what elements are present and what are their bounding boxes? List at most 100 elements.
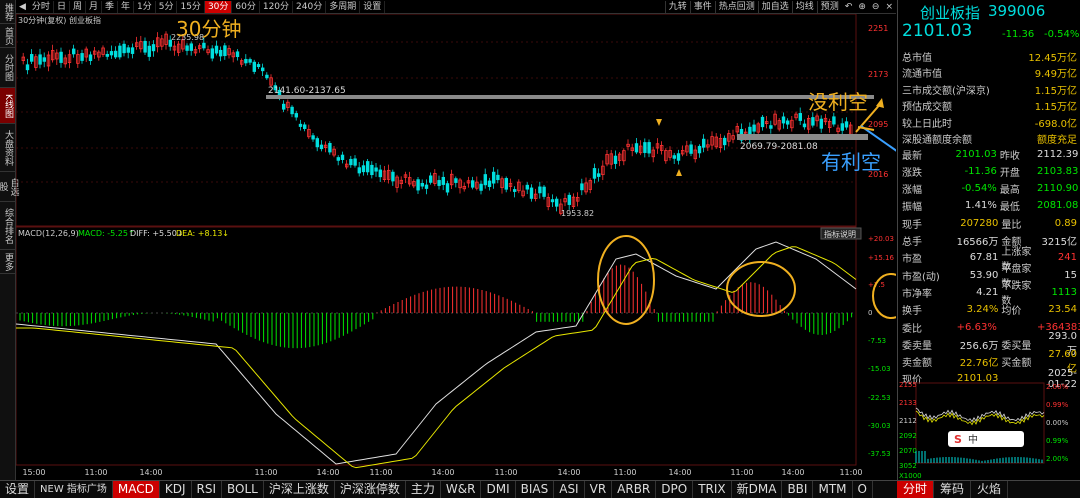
- indicator-tab-7[interactable]: 沪深涨停数: [335, 481, 406, 498]
- candle-body: [118, 45, 122, 58]
- highlight-ellipse-2: [726, 261, 796, 317]
- candle-body: [542, 186, 546, 197]
- close-icon[interactable]: ×: [882, 2, 896, 12]
- period-button-0[interactable]: 分时: [29, 0, 54, 13]
- period-button-3[interactable]: 月: [86, 0, 102, 13]
- indicator-tab-11[interactable]: BIAS: [516, 481, 555, 498]
- candle-body: [298, 123, 303, 127]
- quote-value: 2112.39: [1037, 148, 1079, 160]
- quote-label: 买金额: [1001, 358, 1032, 370]
- price-change: -11.36: [1002, 29, 1035, 40]
- undo-icon[interactable]: ↶: [842, 2, 856, 12]
- time-axis-label: 14:00: [557, 468, 580, 477]
- indicator-tab-18[interactable]: BBI: [782, 481, 814, 498]
- leftnav-item-5[interactable]: 自选股: [0, 172, 19, 202]
- period-button-12[interactable]: 240分: [293, 0, 327, 13]
- candle-body: [88, 54, 93, 62]
- kline-chart[interactable]: 225121732095201630分钟(复权) 创业板指2235.981953…: [16, 14, 896, 480]
- quote-row: 振幅 1.41% 最低 2081.08: [902, 198, 1078, 214]
- indicator-tab-17[interactable]: 新DMA: [732, 481, 783, 498]
- candle-body: [185, 45, 189, 51]
- quote-value: 0.89: [1054, 217, 1077, 229]
- candle-body: [218, 49, 223, 57]
- leftnav-item-6[interactable]: 综合排名: [0, 202, 15, 250]
- toolbar-right-button-2[interactable]: 热点回测: [714, 0, 758, 13]
- indicator-tab-6[interactable]: 沪深上涨数: [264, 481, 335, 498]
- macd-axis-label: -7.53: [868, 337, 886, 345]
- leftnav-item-4[interactable]: 大盘资料: [0, 124, 15, 172]
- candle-body: [487, 180, 492, 188]
- toolbar-right-button-0[interactable]: 九转: [664, 0, 690, 13]
- period-button-14[interactable]: 设置: [360, 0, 386, 13]
- quote-value: 1113: [1051, 286, 1077, 298]
- candle-body: [512, 189, 517, 192]
- period-button-6[interactable]: 1分: [134, 0, 156, 13]
- indicator-tab-14[interactable]: ARBR: [612, 481, 657, 498]
- candle-body: [470, 180, 475, 188]
- candle-body: [597, 173, 601, 177]
- candle-body: [420, 183, 424, 187]
- period-button-2[interactable]: 周: [70, 0, 86, 13]
- indicator-tab-4[interactable]: RSI: [192, 481, 223, 498]
- toolbar-right-button-3[interactable]: 加自选: [757, 0, 792, 13]
- back-arrow-icon[interactable]: ◀: [16, 2, 29, 12]
- candle-body: [840, 123, 844, 131]
- time-axis-label: 11:00: [369, 468, 392, 477]
- right-bottom-tab-2[interactable]: 火焰: [971, 481, 1009, 498]
- toolbar-right-button-1[interactable]: 事件: [689, 0, 715, 13]
- period-button-1[interactable]: 日: [54, 0, 70, 13]
- period-button-5[interactable]: 年: [118, 0, 135, 13]
- indicator-tab-8[interactable]: 主力: [406, 481, 441, 498]
- price-axis-label: 2251: [868, 24, 888, 33]
- indicator-tab-0[interactable]: 设置: [0, 481, 36, 498]
- period-button-4[interactable]: 季: [102, 0, 118, 13]
- quote-label: 振幅: [902, 202, 922, 214]
- indicator-tab-3[interactable]: KDJ: [160, 481, 192, 498]
- period-button-7[interactable]: 5分: [156, 0, 178, 13]
- bad-news-annotation: 有利空: [821, 150, 881, 174]
- zoom-out-icon[interactable]: ⊖: [869, 2, 883, 12]
- candle-body: [697, 145, 702, 154]
- quote-row: 涨跌 -11.36 开盘 2103.83: [902, 163, 1078, 179]
- indicator-tab-20[interactable]: O: [853, 481, 873, 498]
- period-button-9[interactable]: 30分: [204, 0, 233, 13]
- stat-label: 流通市值: [902, 69, 942, 80]
- quote-label: 涨跌: [902, 167, 922, 179]
- macd-value: MACD: -5.25↑: [78, 229, 135, 238]
- period-button-13[interactable]: 多周期: [326, 0, 361, 13]
- zoom-in-icon[interactable]: ⊕: [855, 2, 869, 12]
- quote-label: 委卖量: [902, 340, 932, 352]
- indicator-tab-13[interactable]: VR: [585, 481, 613, 498]
- indicator-tab-10[interactable]: DMI: [481, 481, 516, 498]
- leftnav-item-3[interactable]: K线图: [0, 88, 15, 124]
- indicator-tab-1[interactable]: NEW 指标广场: [35, 481, 113, 498]
- quote-label: 最低: [999, 202, 1020, 214]
- leftnav-item-1[interactable]: 首页: [0, 24, 15, 48]
- mini-intraday-chart[interactable]: 2155 2133 2112 2092 2070 3052 X1000 2.00% 0.99% 0…: [898, 381, 1080, 480]
- candle-body: [114, 50, 118, 58]
- period-button-11[interactable]: 120分: [260, 0, 294, 13]
- indicator-tab-16[interactable]: TRIX: [693, 481, 732, 498]
- index-code: 399006: [988, 2, 1046, 20]
- indicator-tab-9[interactable]: W&R: [441, 481, 482, 498]
- toolbar-right-button-5[interactable]: 预测: [816, 0, 842, 13]
- indicator-tab-15[interactable]: DPO: [656, 481, 694, 498]
- stat-row: 预估成交额 1.15万亿: [902, 98, 1077, 114]
- candle-body: [832, 116, 836, 125]
- indicator-tab-12[interactable]: ASI: [554, 481, 585, 498]
- macd-axis-label: -22.53: [868, 394, 891, 402]
- indicator-tab-19[interactable]: MTM: [813, 481, 853, 498]
- indicator-tab-5[interactable]: BOLL: [222, 481, 264, 498]
- leftnav-item-0[interactable]: 推荐: [0, 0, 15, 24]
- time-axis-label: 14:00: [431, 468, 454, 477]
- candle-body: [592, 168, 597, 179]
- right-bottom-tab-1[interactable]: 筹码: [934, 481, 972, 498]
- leftnav-item-2[interactable]: 分时图: [0, 48, 15, 88]
- indicator-tab-2[interactable]: MACD: [112, 481, 160, 498]
- period-button-10[interactable]: 60分: [232, 0, 260, 13]
- candle-body: [42, 57, 46, 62]
- toolbar-right-button-4[interactable]: 均线: [791, 0, 817, 13]
- period-button-8[interactable]: 15分: [177, 0, 205, 13]
- leftnav-item-7[interactable]: 更多: [0, 250, 15, 274]
- right-bottom-tab-0[interactable]: 分时: [897, 481, 935, 498]
